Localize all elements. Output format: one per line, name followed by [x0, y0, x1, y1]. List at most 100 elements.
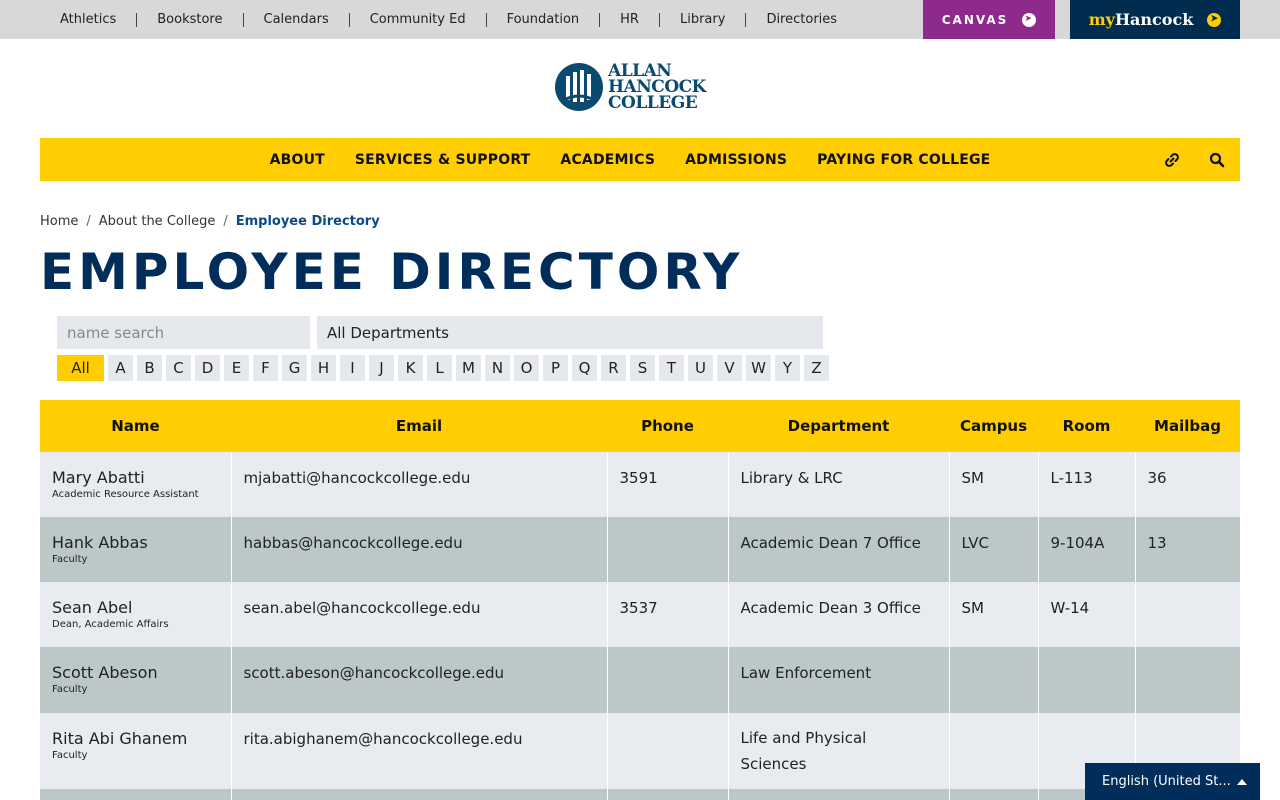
letter-filter-o[interactable]: O [514, 355, 539, 381]
search-icon[interactable] [1207, 150, 1227, 170]
name-cell [40, 789, 232, 800]
employee-mailbag: 13 [1147, 534, 1167, 552]
employee-email-link[interactable]: sean.abel@hancockcollege.edu [244, 601, 595, 616]
campus-cell [949, 789, 1039, 800]
employee-title: Dean, Academic Affairs [52, 619, 169, 630]
alphabet-filter: All A B C D E F G H I J K L M N O P Q R … [57, 355, 829, 381]
nav-item-paying-for-college[interactable]: PAYING FOR COLLEGE [817, 152, 990, 168]
letter-filter-v[interactable]: V [717, 355, 742, 381]
email-cell [231, 789, 608, 800]
myhancock-prefix: my [1088, 10, 1115, 29]
employee-room: W-14 [1050, 599, 1090, 617]
letter-filter-f[interactable]: F [253, 355, 278, 381]
employee-email-link[interactable]: rita.abighanem@hancockcollege.edu [244, 732, 595, 747]
letter-filter-q[interactable]: Q [572, 355, 597, 381]
column-header-mailbag[interactable]: Mailbag [1135, 400, 1240, 452]
nav-item-about[interactable]: ABOUT [270, 152, 325, 168]
employee-name: Hank Abbas [52, 533, 148, 552]
column-header-room[interactable]: Room [1038, 400, 1135, 452]
employee-title: Faculty [52, 684, 88, 695]
employee-campus: SM [961, 599, 984, 617]
column-header-campus[interactable]: Campus [949, 400, 1038, 452]
name-search-input[interactable] [57, 316, 310, 349]
employee-department: Academic Dean 3 Office [740, 599, 921, 617]
utility-link-library[interactable]: Library [658, 12, 745, 27]
email-cell: scott.abeson@hancockcollege.edu [231, 647, 608, 713]
breadcrumb-about[interactable]: About the College [99, 214, 216, 229]
letter-filter-z[interactable]: Z [804, 355, 829, 381]
canvas-button[interactable]: CANVAS ➤ [923, 0, 1055, 39]
table-row: Sean Abel Dean, Academic Affairs sean.ab… [40, 582, 1240, 647]
employee-mailbag: 36 [1147, 469, 1167, 487]
utility-link-bookstore[interactable]: Bookstore [136, 12, 242, 27]
language-label: English (United St... [1102, 774, 1231, 789]
nav-item-admissions[interactable]: ADMISSIONS [685, 152, 787, 168]
employee-department: Life and Physical Sciences [740, 729, 867, 773]
utility-link-athletics[interactable]: Athletics [40, 12, 136, 27]
letter-filter-u[interactable]: U [688, 355, 713, 381]
name-cell: Hank Abbas Faculty [40, 517, 232, 582]
letter-filter-c[interactable]: C [166, 355, 191, 381]
letter-filter-j[interactable]: J [369, 355, 394, 381]
letter-filter-m[interactable]: M [456, 355, 481, 381]
employee-room: L-113 [1050, 469, 1093, 487]
letter-filter-w[interactable]: W [746, 355, 771, 381]
utility-bar: Athletics Bookstore Calendars Community … [0, 0, 1280, 39]
letter-filter-g[interactable]: G [282, 355, 307, 381]
employee-title: Faculty [52, 750, 88, 761]
table-header-row: Name Email Phone Department Campus Room … [40, 400, 1240, 452]
department-cell: Academic Dean 7 Office [728, 517, 950, 582]
language-selector[interactable]: English (United St... [1085, 763, 1260, 800]
department-cell: Academic Dean 3 Office [728, 582, 950, 647]
letter-filter-a[interactable]: A [108, 355, 133, 381]
column-header-email[interactable]: Email [231, 400, 607, 452]
letter-filter-i[interactable]: I [340, 355, 365, 381]
utility-link-directories[interactable]: Directories [745, 12, 857, 27]
breadcrumb-home[interactable]: Home [40, 214, 78, 229]
letter-filter-e[interactable]: E [224, 355, 249, 381]
letter-filter-y[interactable]: Y [775, 355, 800, 381]
letter-filter-p[interactable]: P [543, 355, 568, 381]
myhancock-suffix: Hancock [1114, 10, 1194, 29]
department-cell: Library & LRC [728, 452, 950, 517]
column-header-department[interactable]: Department [728, 400, 949, 452]
utility-link-foundation[interactable]: Foundation [485, 12, 600, 27]
employee-room: 9-104A [1050, 534, 1105, 552]
nav-item-services-support[interactable]: SERVICES & SUPPORT [355, 152, 531, 168]
letter-filter-b[interactable]: B [137, 355, 162, 381]
employee-department: Law Enforcement [740, 664, 872, 682]
nav-item-academics[interactable]: ACADEMICS [560, 152, 655, 168]
employee-name: Mary Abatti [52, 468, 145, 487]
letter-filter-n[interactable]: N [485, 355, 510, 381]
letter-filter-d[interactable]: D [195, 355, 220, 381]
employee-phone: 3537 [619, 599, 658, 617]
letter-filter-l[interactable]: L [427, 355, 452, 381]
mailbag-cell: 36 [1135, 452, 1240, 517]
letter-filter-r[interactable]: R [601, 355, 626, 381]
letter-filter-h[interactable]: H [311, 355, 336, 381]
letter-filter-all[interactable]: All [57, 355, 104, 381]
column-header-name[interactable]: Name [40, 400, 231, 452]
utility-link-calendars[interactable]: Calendars [242, 12, 349, 27]
letter-filter-k[interactable]: K [398, 355, 423, 381]
phone-cell [607, 647, 729, 713]
link-icon[interactable] [1162, 150, 1182, 170]
utility-link-hr[interactable]: HR [599, 12, 659, 27]
email-cell: rita.abighanem@hancockcollege.edu [231, 713, 608, 789]
employee-email-link[interactable]: scott.abeson@hancockcollege.edu [244, 666, 595, 681]
phone-cell [607, 789, 729, 800]
letter-filter-t[interactable]: T [659, 355, 684, 381]
employee-email-link[interactable]: mjabatti@hancockcollege.edu [244, 471, 595, 486]
employee-campus: SM [961, 469, 984, 487]
mailbag-cell [1135, 647, 1240, 713]
column-header-phone[interactable]: Phone [607, 400, 728, 452]
department-select[interactable]: All Departments [317, 316, 823, 349]
utility-link-community-ed[interactable]: Community Ed [348, 12, 486, 27]
table-row: Mary Abatti Academic Resource Assistant … [40, 452, 1240, 517]
main-nav-items: ABOUT SERVICES & SUPPORT ACADEMICS ADMIS… [40, 138, 1240, 181]
college-logo[interactable]: ALLAN HANCOCK COLLEGE [554, 62, 706, 112]
letter-filter-s[interactable]: S [630, 355, 655, 381]
employee-email-link[interactable]: habbas@hancockcollege.edu [244, 536, 595, 551]
myhancock-button[interactable]: myHancock ➤ [1070, 0, 1240, 39]
room-cell: W-14 [1038, 582, 1136, 647]
